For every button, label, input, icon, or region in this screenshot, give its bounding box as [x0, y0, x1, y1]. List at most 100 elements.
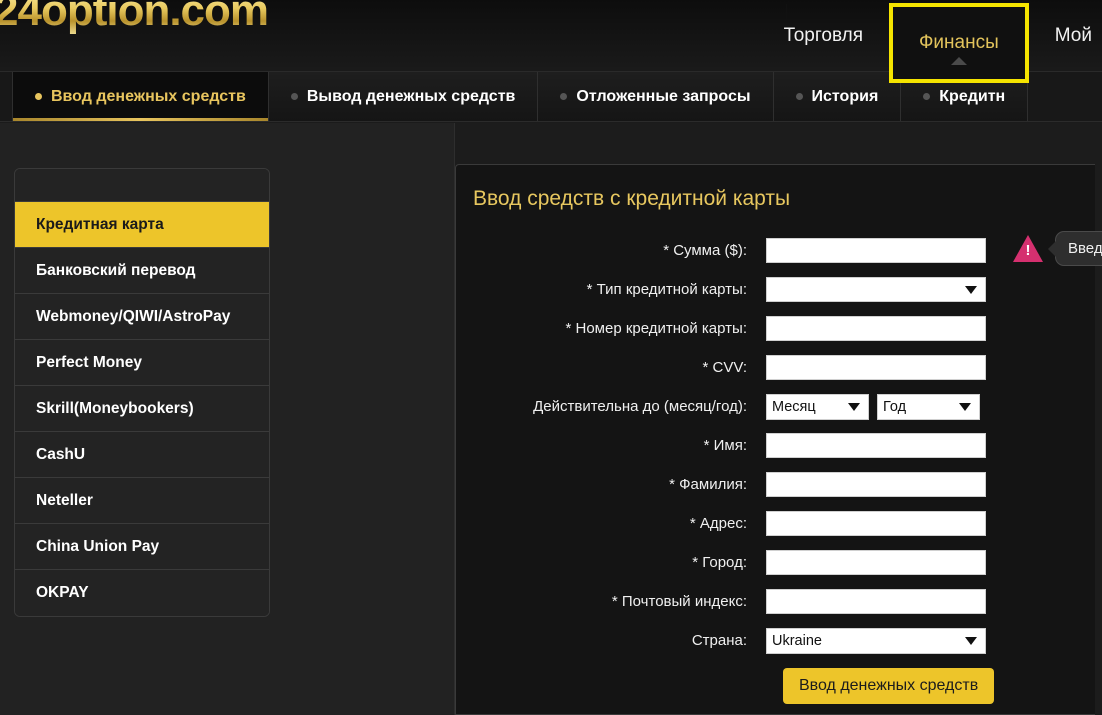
amount-input[interactable] [766, 238, 986, 263]
field-row-card-type: * Тип кредитной карты: [456, 270, 1096, 309]
site-header: 24option.com Торговля Финансы Мой [0, 0, 1102, 72]
tab-label: Отложенные запросы [576, 88, 750, 106]
form-title: Ввод средств с кредитной карты [473, 187, 790, 211]
field-row-card-number: * Номер кредитной карты: [456, 309, 1096, 348]
zip-input[interactable] [766, 589, 986, 614]
cvv-control [766, 355, 986, 380]
payment-method-label: Банковский перевод [36, 262, 196, 280]
payment-method-cashu[interactable]: CashU [15, 432, 269, 478]
chevron-down-icon [848, 403, 860, 411]
field-row-address: * Адрес: [456, 504, 1096, 543]
tab-history[interactable]: История [774, 72, 902, 121]
topnav-item-my[interactable]: Мой [1029, 0, 1102, 72]
payment-method-credit-card[interactable]: Кредитная карта [15, 202, 269, 248]
tab-pending-requests[interactable]: Отложенные запросы [538, 72, 773, 121]
country-label: Страна: [456, 632, 766, 649]
bullet-icon [291, 93, 298, 100]
first-name-input[interactable] [766, 433, 986, 458]
chevron-down-icon [965, 286, 977, 294]
expiry-month-value: Месяц [772, 399, 816, 415]
submit-deposit-button[interactable]: Ввод денежных средств [783, 668, 994, 704]
deposit-form-panel: Ввод средств с кредитной карты * Сумма (… [455, 164, 1095, 715]
topnav-label: Мой [1055, 25, 1092, 47]
expiry-year-value: Год [883, 399, 906, 415]
zip-label: * Почтовый индекс: [456, 593, 766, 610]
brand-logo[interactable]: 24option.com [0, 0, 268, 36]
payment-method-webmoney[interactable]: Webmoney/QIWI/AstroPay [15, 294, 269, 340]
payment-method-label: OKPAY [36, 584, 89, 602]
topnav-label: Торговля [784, 25, 863, 47]
last-name-control [766, 472, 986, 497]
first-name-label: * Имя: [456, 437, 766, 454]
page-content: Кредитная карта Банковский перевод Webmo… [0, 123, 1102, 715]
validation-tooltip: Введ [1055, 231, 1102, 266]
first-name-control [766, 433, 986, 458]
field-row-last-name: * Фамилия: [456, 465, 1096, 504]
field-row-first-name: * Имя: [456, 426, 1096, 465]
city-input[interactable] [766, 550, 986, 575]
country-control: Ukraine [766, 628, 986, 654]
payment-method-label: China Union Pay [36, 538, 159, 556]
address-control [766, 511, 986, 536]
payment-method-neteller[interactable]: Neteller [15, 478, 269, 524]
tab-deposit[interactable]: Ввод денежных средств [12, 72, 269, 121]
city-control [766, 550, 986, 575]
bullet-icon [35, 93, 42, 100]
country-value: Ukraine [772, 633, 822, 649]
field-row-zip: * Почтовый индекс: [456, 582, 1096, 621]
card-number-input[interactable] [766, 316, 986, 341]
country-select[interactable]: Ukraine [766, 628, 986, 654]
field-row-city: * Город: [456, 543, 1096, 582]
chevron-down-icon [965, 637, 977, 645]
tab-label: История [812, 88, 879, 106]
exclamation-glyph: ! [1025, 243, 1031, 258]
cvv-label: * CVV: [456, 359, 766, 376]
top-navigation: Торговля Финансы Мой [758, 0, 1102, 72]
cvv-input[interactable] [766, 355, 986, 380]
payment-method-label: Perfect Money [36, 354, 142, 372]
chevron-up-icon [951, 57, 967, 65]
page-root: 24option.com Торговля Финансы Мой Ввод д… [0, 0, 1102, 715]
payment-method-label: Webmoney/QIWI/AstroPay [36, 308, 230, 326]
warning-triangle-icon: ! [1013, 235, 1043, 262]
payment-method-okpay[interactable]: OKPAY [15, 570, 269, 616]
topnav-label: Финансы [919, 32, 999, 54]
amount-control [766, 238, 986, 263]
payment-method-label: Neteller [36, 492, 93, 510]
tab-label: Вывод денежных средств [307, 88, 516, 106]
expiry-month-select[interactable]: Месяц [766, 394, 869, 420]
payment-method-skrill[interactable]: Skrill(Moneybookers) [15, 386, 269, 432]
expiry-label: Действительна до (месяц/год): [456, 398, 766, 415]
card-type-label: * Тип кредитной карты: [456, 281, 766, 298]
validation-warning: ! Введ [1013, 231, 1102, 266]
payment-method-label: Skrill(Moneybookers) [36, 400, 194, 418]
last-name-input[interactable] [766, 472, 986, 497]
topnav-item-finance[interactable]: Финансы [889, 3, 1029, 83]
card-type-select[interactable] [766, 277, 986, 302]
payment-method-perfect-money[interactable]: Perfect Money [15, 340, 269, 386]
amount-label: * Сумма ($): [456, 242, 766, 259]
left-column: Кредитная карта Банковский перевод Webmo… [0, 123, 455, 715]
bullet-icon [923, 93, 930, 100]
text-cursor [786, 4, 787, 21]
payment-method-china-union-pay[interactable]: China Union Pay [15, 524, 269, 570]
field-row-amount: * Сумма ($): [456, 231, 1096, 270]
city-label: * Город: [456, 554, 766, 571]
payment-method-label: Кредитная карта [36, 216, 164, 234]
payment-method-label: CashU [36, 446, 85, 464]
topnav-item-trading[interactable]: Торговля [758, 0, 889, 72]
bullet-icon [560, 93, 567, 100]
expiry-year-select[interactable]: Год [877, 394, 980, 420]
field-row-country: Страна: Ukraine [456, 621, 1096, 660]
payment-method-list: Кредитная карта Банковский перевод Webmo… [14, 168, 270, 617]
chevron-down-icon [959, 403, 971, 411]
card-number-control [766, 316, 986, 341]
card-number-label: * Номер кредитной карты: [456, 320, 766, 337]
tab-label: Ввод денежных средств [51, 88, 246, 106]
address-label: * Адрес: [456, 515, 766, 532]
tab-withdraw[interactable]: Вывод денежных средств [269, 72, 539, 121]
zip-control [766, 589, 986, 614]
payment-method-bank-transfer[interactable]: Банковский перевод [15, 248, 269, 294]
bullet-icon [796, 93, 803, 100]
address-input[interactable] [766, 511, 986, 536]
